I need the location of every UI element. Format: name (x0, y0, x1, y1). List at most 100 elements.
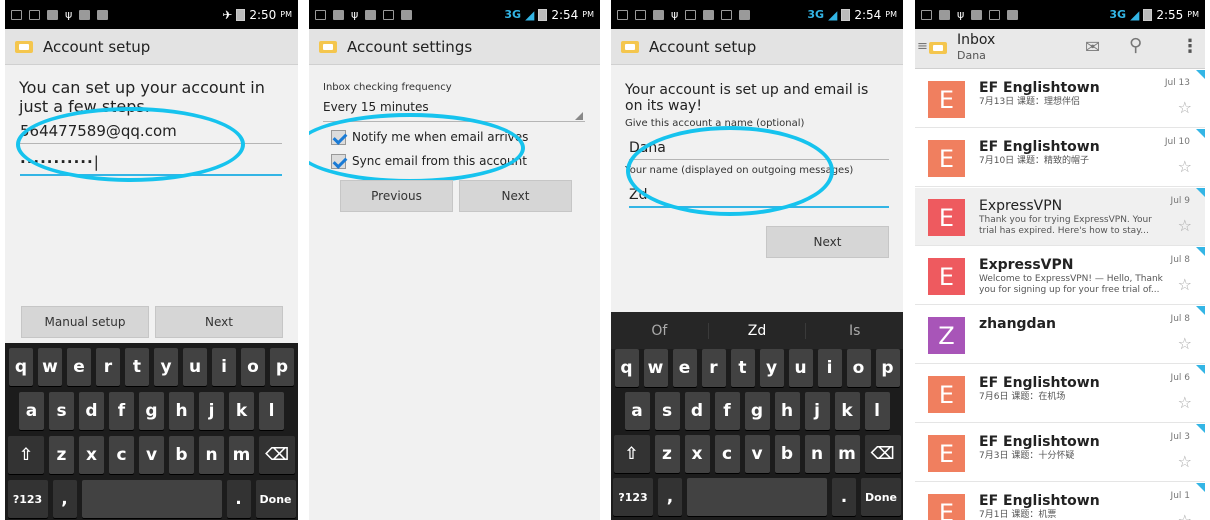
symbols-key[interactable]: ?123 (7, 480, 48, 518)
key-r[interactable]: r (96, 348, 120, 386)
key-m[interactable]: m (229, 436, 254, 474)
key-p[interactable]: p (875, 349, 900, 387)
star-icon[interactable]: ☆ (1178, 511, 1192, 520)
key-g[interactable]: g (744, 392, 770, 430)
period-key[interactable]: . (226, 480, 251, 518)
list-item[interactable]: Zzhangdan Jul 8 ☆ (915, 306, 1205, 364)
key-p[interactable]: p (270, 348, 294, 386)
period-key[interactable]: . (832, 478, 856, 516)
star-icon[interactable]: ☆ (1178, 334, 1192, 353)
star-icon[interactable]: ☆ (1178, 452, 1192, 471)
manual-setup-button[interactable]: Manual setup (21, 306, 149, 338)
key-w[interactable]: w (643, 349, 668, 387)
key-b[interactable]: b (774, 435, 800, 473)
compose-icon[interactable]: ✉ (1085, 37, 1100, 58)
key-a[interactable]: a (19, 392, 44, 430)
key-o[interactable]: o (846, 349, 871, 387)
symbols-key[interactable]: ?123 (613, 478, 653, 516)
suggestion-item[interactable]: Is (806, 323, 903, 339)
key-k[interactable]: k (229, 392, 254, 430)
key-d[interactable]: d (79, 392, 104, 430)
star-icon[interactable]: ☆ (1178, 98, 1192, 117)
key-l[interactable]: l (259, 392, 284, 430)
key-j[interactable]: j (804, 392, 830, 430)
key-j[interactable]: j (199, 392, 224, 430)
key-y[interactable]: y (154, 348, 178, 386)
key-z[interactable]: z (49, 436, 74, 474)
list-item[interactable]: E EF Englishtown 7月3日 课题：十分怀疑 Jul 3 ☆ (915, 424, 1205, 482)
shift-icon[interactable]: ⇧ (8, 436, 44, 474)
done-key[interactable]: Done (861, 478, 901, 516)
star-icon[interactable]: ☆ (1178, 393, 1192, 412)
key-h[interactable]: h (774, 392, 800, 430)
key-m[interactable]: m (834, 435, 860, 473)
suggestion-item[interactable]: Of (611, 323, 708, 339)
key-w[interactable]: w (38, 348, 62, 386)
comma-key[interactable]: , (658, 478, 682, 516)
notification-icon (1007, 9, 1019, 20)
search-icon[interactable]: ⚲ (1129, 35, 1142, 56)
key-t[interactable]: t (125, 348, 149, 386)
next-button[interactable]: Next (155, 306, 283, 338)
key-b[interactable]: b (169, 436, 194, 474)
key-k[interactable]: k (834, 392, 860, 430)
key-i[interactable]: i (212, 348, 236, 386)
list-item[interactable]: E EF Englishtown 7月6日 课题：在机场 Jul 6 ☆ (915, 365, 1205, 423)
key-d[interactable]: d (684, 392, 710, 430)
list-item[interactable]: E EF Englishtown 7月10日 课题：精致的帽子 Jul 10 ☆ (915, 129, 1205, 187)
key-v[interactable]: v (139, 436, 164, 474)
key-c[interactable]: c (109, 436, 134, 474)
notification-icon (315, 9, 326, 20)
key-f[interactable]: f (714, 392, 740, 430)
key-x[interactable]: x (79, 436, 104, 474)
list-item[interactable]: E EF Englishtown 7月13日 课题：理想伴侣 Jul 13 ☆ (915, 70, 1205, 128)
key-i[interactable]: i (817, 349, 842, 387)
key-q[interactable]: q (614, 349, 639, 387)
space-key[interactable] (687, 478, 827, 516)
key-u[interactable]: u (183, 348, 207, 386)
next-button[interactable]: Next (766, 226, 889, 258)
sender-name: EF Englishtown (979, 493, 1100, 509)
key-c[interactable]: c (714, 435, 740, 473)
shift-icon[interactable]: ⇧ (613, 435, 650, 473)
star-icon[interactable]: ☆ (1178, 275, 1192, 294)
star-icon[interactable]: ☆ (1178, 157, 1192, 176)
backspace-icon[interactable]: ⌫ (259, 436, 295, 474)
key-f[interactable]: f (109, 392, 134, 430)
key-s[interactable]: s (49, 392, 74, 430)
space-key[interactable] (81, 480, 222, 518)
message-date: Jul 3 (1170, 432, 1190, 442)
suggestion-item[interactable]: Zd (707, 322, 807, 339)
inbox-title[interactable]: Inbox (957, 32, 995, 48)
sender-avatar: E (928, 81, 965, 118)
key-s[interactable]: s (654, 392, 680, 430)
list-item[interactable]: E ExpressVPN Welcome to ExpressVPN! — Hell… (915, 247, 1205, 305)
key-n[interactable]: n (199, 436, 224, 474)
key-y[interactable]: y (759, 349, 784, 387)
notification-icon (97, 9, 109, 20)
previous-button[interactable]: Previous (340, 180, 453, 212)
overflow-menu-icon[interactable]: ⋮ (1181, 36, 1199, 57)
list-item[interactable]: E ExpressVPN Thank you for trying ExpressV… (915, 188, 1205, 246)
key-h[interactable]: h (169, 392, 194, 430)
key-q[interactable]: q (9, 348, 33, 386)
key-g[interactable]: g (139, 392, 164, 430)
key-r[interactable]: r (701, 349, 726, 387)
comma-key[interactable]: , (52, 480, 77, 518)
key-u[interactable]: u (788, 349, 813, 387)
key-n[interactable]: n (804, 435, 830, 473)
next-button[interactable]: Next (459, 180, 572, 212)
backspace-icon[interactable]: ⌫ (864, 435, 901, 473)
key-e[interactable]: e (672, 349, 697, 387)
key-x[interactable]: x (684, 435, 710, 473)
key-a[interactable]: a (624, 392, 650, 430)
key-v[interactable]: v (744, 435, 770, 473)
key-z[interactable]: z (654, 435, 680, 473)
key-l[interactable]: l (864, 392, 890, 430)
list-item[interactable]: E EF Englishtown7月1日 课题：机票 Jul 1 ☆ (915, 483, 1205, 520)
key-o[interactable]: o (241, 348, 265, 386)
key-e[interactable]: e (67, 348, 91, 386)
star-icon[interactable]: ☆ (1178, 216, 1192, 235)
done-key[interactable]: Done (255, 480, 296, 518)
key-t[interactable]: t (730, 349, 755, 387)
